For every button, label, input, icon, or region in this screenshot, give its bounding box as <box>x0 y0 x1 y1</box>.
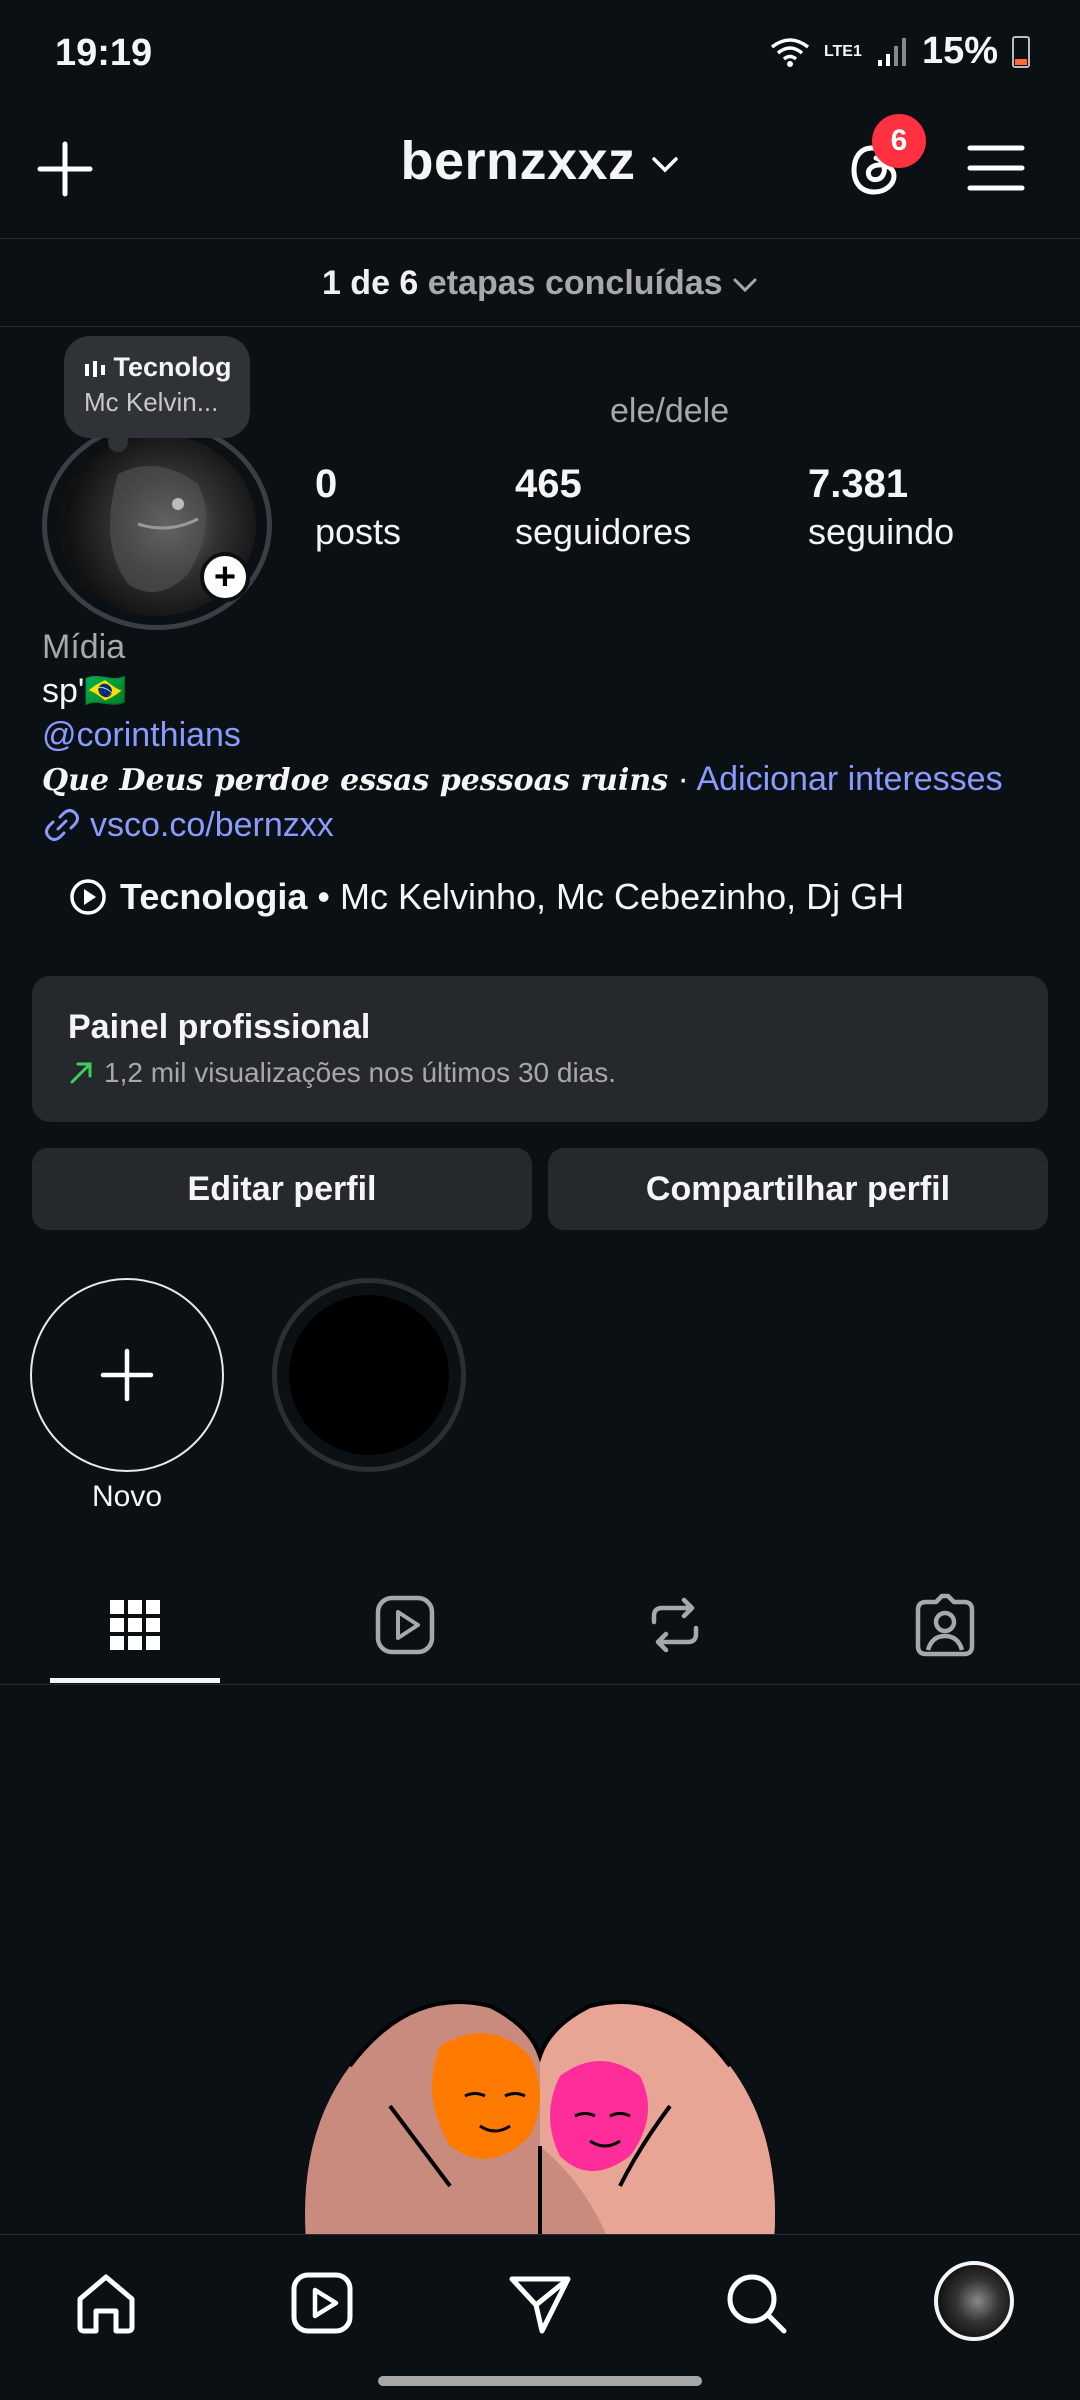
tab-tagged-icon[interactable] <box>910 1590 980 1660</box>
note-title-row: Tecnolog <box>84 352 232 383</box>
panel-subtitle: 1,2 mil visualizações nos últimos 30 dia… <box>104 1057 617 1088</box>
website-link-row[interactable]: vsco.co/bernzxx <box>42 803 1003 847</box>
stat-followers[interactable]: 465 seguidores <box>515 462 691 553</box>
tab-reels-icon[interactable] <box>370 1590 440 1660</box>
pronouns: ele/dele <box>610 392 730 430</box>
profile-tabs <box>0 1570 1080 1684</box>
home-icon[interactable] <box>70 2267 142 2339</box>
menu-icon[interactable] <box>966 140 1026 196</box>
stat-label: seguidores <box>515 511 692 552</box>
signal-icon <box>877 37 906 66</box>
battery-percent: 15% <box>921 30 998 72</box>
lte-label: LTE1 <box>823 42 862 60</box>
stat-value: 0 <box>315 462 338 506</box>
share-profile-button[interactable]: Compartilhar perfil <box>548 1148 1048 1230</box>
divider <box>0 238 1080 239</box>
stat-value: 465 <box>515 462 582 506</box>
status-bar: 19:19 LTE1 15% <box>0 0 1080 110</box>
music-artists: • Mc Kelvinho, Mc Cebezinho, Dj GH <box>307 876 905 917</box>
add-interests-link[interactable]: Adicionar interesses <box>696 760 1002 798</box>
messages-icon[interactable] <box>504 2267 576 2339</box>
link-icon <box>45 809 79 841</box>
panel-title: Painel profissional <box>68 1008 371 1046</box>
username-title: bernzxxz <box>400 131 636 191</box>
tab-active-indicator <box>50 1678 220 1683</box>
professional-dashboard[interactable]: Painel profissional 1,2 mil visualizaçõe… <box>32 976 1048 1122</box>
profile-header: bernzxxz 6 <box>0 110 1080 240</box>
stat-label: posts <box>315 511 402 552</box>
stat-value: 7.381 <box>808 462 909 506</box>
music-title: Tecnologia <box>120 876 308 917</box>
gesture-home-bar[interactable] <box>378 2376 702 2386</box>
new-highlight-label: Novo <box>91 1480 163 1513</box>
bio-line: sp'🇧🇷 <box>42 672 127 710</box>
tab-grid-icon[interactable] <box>100 1590 170 1660</box>
steps-progress[interactable]: 1 de 6 etapas concluídas <box>0 240 1080 326</box>
category-label: Mídia <box>42 628 126 666</box>
threads-badge: 6 <box>872 114 926 168</box>
plus-icon <box>100 1348 154 1402</box>
trend-up-arrow-icon <box>70 1062 92 1084</box>
stat-label: seguindo <box>808 511 955 552</box>
website-link: vsco.co/bernzxx <box>90 806 334 844</box>
note-title: Tecnolog <box>113 352 232 382</box>
stat-following[interactable]: 7.381 seguindo <box>808 462 954 553</box>
status-time: 19:19 <box>55 32 153 74</box>
highlight-cover <box>289 1295 449 1455</box>
status-icons: LTE1 15% <box>770 30 1030 73</box>
empty-state-illustration <box>290 1946 790 2236</box>
panel-subtitle-row: 1,2 mil visualizações nos últimos 30 dia… <box>68 1057 1012 1089</box>
separator: · <box>668 760 697 798</box>
audio-bars-icon <box>85 360 105 377</box>
music-row[interactable]: Tecnologia • Mc Kelvinho, Mc Cebezinho, … <box>68 876 904 918</box>
note-tail <box>108 432 128 452</box>
edit-profile-button[interactable]: Editar perfil <box>32 1148 532 1230</box>
highlight-item[interactable] <box>272 1278 466 1472</box>
bio-quote-row: Que Deus perdoe essas pessoas ruins · Ad… <box>42 757 1003 803</box>
divider <box>0 326 1080 327</box>
note-subtitle: Mc Kelvin... <box>84 387 219 417</box>
tab-reposts-icon[interactable] <box>640 1590 710 1660</box>
wifi-icon <box>770 37 810 67</box>
stat-posts[interactable]: 0 posts <box>315 462 401 553</box>
add-story-button[interactable]: + <box>200 552 250 602</box>
bio-quote: Que Deus perdoe essas pessoas ruins <box>42 763 669 798</box>
chevron-down-icon <box>733 278 757 293</box>
chevron-down-icon <box>651 156 678 173</box>
steps-label: etapas concluídas <box>427 264 723 302</box>
profile-nav-avatar[interactable] <box>934 2261 1014 2341</box>
reels-icon[interactable] <box>286 2267 358 2339</box>
bio: Mídia sp'🇧🇷 @corinthians Que Deus perdoe… <box>42 625 1003 847</box>
battery-icon <box>1012 35 1030 68</box>
divider <box>0 1684 1080 1685</box>
play-circle-icon <box>70 879 106 915</box>
steps-count: 1 de 6 <box>321 264 419 302</box>
note-bubble[interactable]: Tecnolog Mc Kelvin... <box>64 336 250 438</box>
new-highlight-button[interactable] <box>30 1278 224 1472</box>
search-icon[interactable] <box>720 2267 792 2339</box>
mention-link[interactable]: @corinthians <box>42 713 1003 757</box>
